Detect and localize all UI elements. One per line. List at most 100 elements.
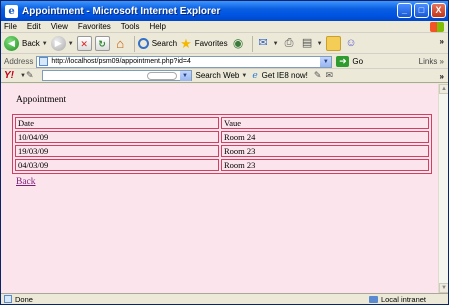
go-arrow-icon: ➜	[336, 56, 350, 67]
menu-tools[interactable]: Tools	[121, 22, 140, 31]
refresh-button[interactable]: ↻	[94, 35, 110, 53]
column-header: Vaue	[221, 117, 429, 129]
table-cell: 19/03/09	[15, 145, 219, 157]
get-ie8-button[interactable]: Get IE8 now!	[262, 71, 308, 80]
search-dropdown-icon[interactable]: ▼	[179, 71, 191, 81]
maximize-button[interactable]: □	[414, 3, 429, 18]
table-cell: 10/04/09	[15, 131, 219, 143]
links-button[interactable]: Links »	[419, 57, 444, 66]
messenger-icon: ☺	[345, 37, 357, 49]
chevron-down-icon: ▼	[272, 40, 279, 47]
favorites-star-icon: ★	[180, 35, 192, 51]
menu-view[interactable]: View	[51, 22, 68, 31]
browser-window: e Appointment - Microsoft Internet Explo…	[0, 0, 449, 305]
stop-icon: ✕	[76, 36, 92, 51]
go-button[interactable]: ➜ Go	[336, 56, 363, 67]
folder-button[interactable]	[325, 35, 341, 53]
pencil-icon[interactable]: ✎	[26, 70, 34, 81]
toolbar-overflow-icon[interactable]: »	[440, 37, 444, 46]
toolbar-separator	[133, 35, 135, 52]
ie-logo-icon: e	[5, 4, 18, 18]
search-label: Search	[151, 39, 178, 48]
back-link[interactable]: Back	[16, 177, 36, 187]
media-icon: ◉	[232, 36, 244, 50]
search-button[interactable]: Search	[137, 35, 178, 53]
scroll-down-icon[interactable]: ▼	[439, 283, 448, 293]
print-icon: ⎙	[284, 37, 294, 49]
yahoo-logo-icon[interactable]: Y!	[4, 70, 14, 81]
menu-help[interactable]: Help	[149, 22, 165, 31]
home-icon: ⌂	[116, 36, 125, 51]
chevron-down-icon[interactable]: ▼	[241, 73, 247, 79]
page-done-icon	[4, 295, 12, 303]
table-row: 10/04/09 Room 24	[15, 131, 429, 143]
refresh-icon: ↻	[94, 36, 110, 51]
security-zone: Local intranet	[368, 294, 426, 304]
table-cell: Room 23	[221, 145, 429, 157]
forward-arrow-icon: ▶	[50, 36, 66, 51]
search-web-button[interactable]: Search Web	[196, 71, 240, 80]
mail-icon[interactable]: ✉	[325, 70, 333, 81]
page-icon	[39, 57, 49, 66]
links-label: Links	[418, 57, 438, 66]
menu-file[interactable]: File	[4, 22, 17, 31]
table-header-row: Date Vaue	[15, 117, 429, 129]
windows-logo-icon	[430, 22, 444, 32]
yahoo-overflow-icon[interactable]: »	[440, 72, 444, 81]
table-row: 19/03/09 Room 23	[15, 145, 429, 157]
chevron-down-icon: ▼	[316, 40, 323, 47]
search-icon	[137, 38, 149, 49]
status-text: Done	[15, 294, 33, 304]
title-bar[interactable]: e Appointment - Microsoft Internet Explo…	[1, 1, 448, 21]
status-bar: Done Local intranet	[1, 293, 448, 304]
table-cell: Room 24	[221, 131, 429, 143]
minimize-button[interactable]: _	[397, 3, 412, 18]
menu-edit[interactable]: Edit	[27, 22, 41, 31]
highlight-icon[interactable]: ✎	[314, 70, 322, 81]
menu-favorites[interactable]: Favorites	[78, 22, 111, 31]
vertical-scrollbar[interactable]: ▲ ▼	[438, 84, 448, 293]
edit-button[interactable]: ▤ ▼	[300, 35, 323, 53]
ie8-icon: ℯ	[252, 70, 258, 80]
intranet-icon	[368, 295, 378, 303]
back-button[interactable]: ◀ Back ▼	[4, 35, 48, 53]
zone-text: Local intranet	[380, 294, 426, 304]
toolbar-separator	[251, 35, 253, 52]
favorites-label: Favorites	[194, 39, 228, 48]
edit-page-icon: ▤	[301, 37, 313, 49]
page-heading: Appointment	[16, 95, 67, 105]
address-input[interactable]: http://localhost/psm09/appointment.php?i…	[36, 55, 333, 68]
column-header: Date	[15, 117, 219, 129]
table-cell: Room 23	[221, 159, 429, 171]
close-button[interactable]: X	[431, 3, 446, 18]
back-label: Back	[22, 39, 40, 48]
yahoo-search-input[interactable]: ▼	[41, 70, 192, 81]
home-button[interactable]: ⌂	[113, 35, 128, 53]
chevron-down-icon: ▼	[41, 40, 48, 47]
window-title: Appointment - Microsoft Internet Explore…	[22, 5, 221, 17]
mail-button[interactable]: ✉ ▼	[256, 35, 279, 53]
stop-button[interactable]: ✕	[76, 35, 92, 53]
appointment-table: Date Vaue 10/04/09 Room 24 19/03/09 Room…	[12, 114, 432, 174]
media-button[interactable]: ◉	[231, 35, 246, 53]
page-content: Appointment Date Vaue 10/04/09 Room 24 1…	[1, 84, 438, 293]
print-button[interactable]: ⎙	[282, 35, 297, 53]
mail-icon: ✉	[258, 37, 268, 49]
go-label: Go	[352, 57, 364, 66]
address-dropdown-icon[interactable]: ▼	[320, 56, 332, 67]
messenger-button[interactable]: ☺	[344, 35, 359, 53]
back-arrow-icon: ◀	[4, 36, 19, 51]
search-oval-icon	[146, 72, 177, 80]
table-row: 04/03/09 Room 23	[15, 159, 429, 171]
table-cell: 04/03/09	[15, 159, 219, 171]
yahoo-toolbar: Y! ▼ ✎ ▼ Search Web ▼ ℯ Get IE8 now! ✎ ✉…	[1, 69, 448, 83]
window-controls: _ □ X	[397, 3, 446, 18]
scroll-up-icon[interactable]: ▲	[439, 84, 448, 94]
menu-bar: File Edit View Favorites Tools Help	[1, 21, 448, 33]
address-bar: Address http://localhost/psm09/appointme…	[1, 55, 448, 69]
address-label: Address	[4, 57, 34, 66]
forward-button[interactable]: ▶ ▼	[50, 35, 74, 53]
favorites-button[interactable]: ★ Favorites	[180, 35, 228, 53]
chevron-down-icon: ▼	[67, 40, 74, 47]
address-url: http://localhost/psm09/appointment.php?i…	[51, 58, 191, 65]
